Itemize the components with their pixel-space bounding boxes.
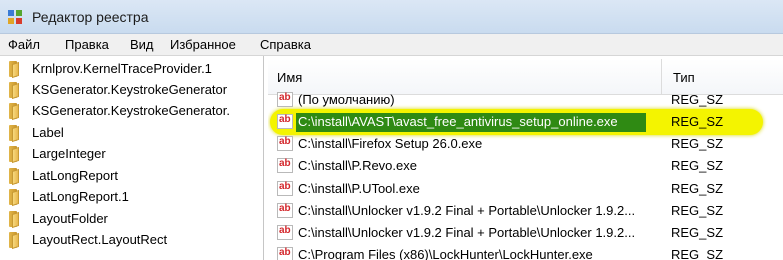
registry-editor-icon [8, 10, 22, 24]
menu-file[interactable]: Файл [8, 37, 40, 52]
string-value-icon: ab [277, 92, 293, 107]
value-name: C:\install\P.Revo.exe [298, 158, 417, 173]
tree-item[interactable]: KSGenerator.KeystrokeGenerator. [2, 101, 263, 122]
window-title: Редактор реестра [32, 9, 149, 25]
folder-icon [9, 232, 27, 250]
tree-item-label: LayoutFolder [32, 211, 108, 226]
column-header-name[interactable]: Имя [277, 70, 302, 85]
string-value-icon: ab [277, 114, 293, 129]
tree-item-label: LayoutRect.LayoutRect [32, 232, 168, 247]
string-value-icon: ab [277, 181, 293, 196]
value-row-selected[interactable]: ab C:\install\AVAST\avast_free_antivirus… [268, 111, 783, 133]
folder-icon [9, 146, 27, 164]
menu-view[interactable]: Вид [130, 37, 154, 52]
tree-item-label: LargeInteger [32, 146, 106, 161]
folder-icon [9, 189, 27, 207]
value-type: REG_SZ [671, 247, 724, 260]
tree-item[interactable]: LayoutFolder [2, 209, 263, 230]
column-header-type[interactable]: Тип [673, 70, 695, 85]
string-value-icon: ab [277, 225, 293, 240]
title-bar: Редактор реестра [0, 0, 783, 34]
menu-edit[interactable]: Правка [65, 37, 109, 52]
value-name: C:\install\Firefox Setup 26.0.exe [298, 136, 483, 151]
tree-item-label: LatLongReport [32, 168, 119, 183]
tree-item-label: Label [32, 125, 64, 140]
value-row[interactable]: ab C:\install\Unlocker v1.9.2 Final + Po… [268, 222, 783, 244]
tree-item[interactable]: LatLongReport [2, 166, 263, 187]
tree-item[interactable]: LayoutRect.LayoutRect [2, 230, 263, 251]
tree-item-label: Krnlprov.KernelTraceProvider.1 [32, 61, 212, 76]
value-name: C:\Program Files (x86)\LockHunter\LockHu… [298, 247, 593, 260]
value-type: REG_SZ [671, 225, 724, 240]
values-list[interactable]: Имя Тип ab (По умолчанию) REG_SZ ab C:\i… [268, 56, 783, 260]
value-row[interactable]: ab C:\install\Unlocker v1.9.2 Final + Po… [268, 200, 783, 222]
value-name: (По умолчанию) [298, 92, 395, 107]
menu-help[interactable]: Справка [260, 37, 311, 52]
value-row[interactable]: ab C:\install\P.UTool.exe REG_SZ [268, 178, 783, 200]
tree-item[interactable]: Label [2, 123, 263, 144]
string-value-icon: ab [277, 158, 293, 173]
tree-item[interactable]: LargeInteger [2, 144, 263, 165]
value-name: C:\install\Unlocker v1.9.2 Final + Porta… [298, 225, 636, 240]
value-row[interactable]: ab C:\Program Files (x86)\LockHunter\Loc… [268, 244, 783, 260]
folder-icon [9, 125, 27, 143]
value-type: REG_SZ [671, 181, 724, 196]
tree-item[interactable]: KSGenerator.KeystrokeGenerator [2, 80, 263, 101]
value-row[interactable]: ab C:\install\Firefox Setup 26.0.exe REG… [268, 133, 783, 155]
value-type: REG_SZ [671, 136, 724, 151]
value-row[interactable]: ab (По умолчанию) REG_SZ [268, 89, 783, 111]
string-value-icon: ab [277, 247, 293, 260]
folder-icon [9, 82, 27, 100]
value-type: REG_SZ [671, 114, 724, 129]
value-type: REG_SZ [671, 203, 724, 218]
tree-item[interactable]: LatLongReport.1 [2, 187, 263, 208]
folder-icon [9, 61, 27, 79]
tree-item[interactable]: Krnlprov.KernelTraceProvider.1 [2, 59, 263, 80]
value-row[interactable]: ab C:\install\P.Revo.exe REG_SZ [268, 155, 783, 177]
value-name: C:\install\AVAST\avast_free_antivirus_se… [298, 114, 618, 129]
string-value-icon: ab [277, 136, 293, 151]
menu-favorites[interactable]: Избранное [170, 37, 236, 52]
value-name: C:\install\Unlocker v1.9.2 Final + Porta… [298, 203, 636, 218]
folder-icon [9, 168, 27, 186]
tree-item-label: KSGenerator.KeystrokeGenerator [32, 82, 228, 97]
folder-icon [9, 211, 27, 229]
key-tree[interactable]: Krnlprov.KernelTraceProvider.1 KSGenerat… [2, 56, 264, 260]
folder-icon [9, 103, 27, 121]
value-type: REG_SZ [671, 92, 724, 107]
value-name: C:\install\P.UTool.exe [298, 181, 420, 196]
menu-bar: Файл Правка Вид Избранное Справка [0, 34, 783, 56]
string-value-icon: ab [277, 203, 293, 218]
value-type: REG_SZ [671, 158, 724, 173]
tree-item-label: LatLongReport.1 [32, 189, 129, 204]
tree-item-label: KSGenerator.KeystrokeGenerator. [32, 103, 230, 118]
